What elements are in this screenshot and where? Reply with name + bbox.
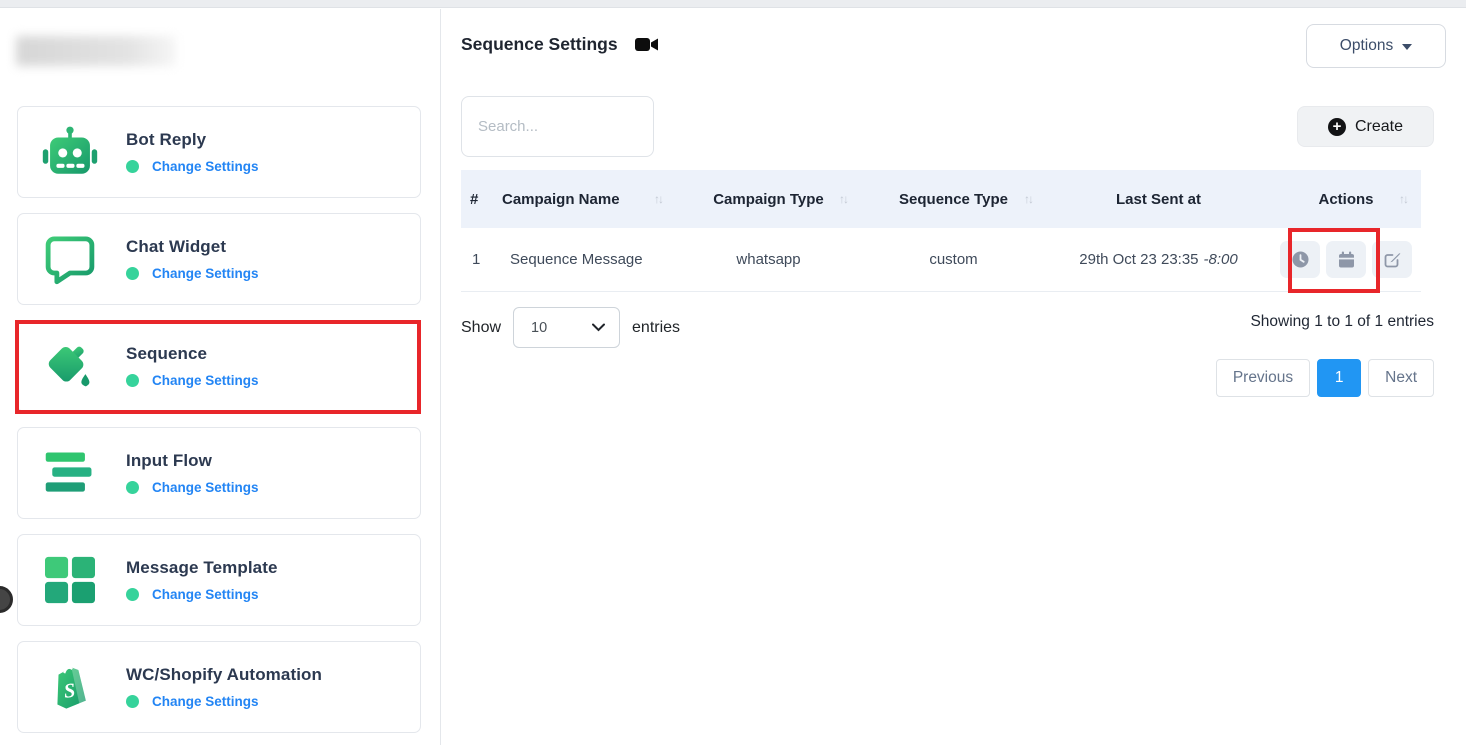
change-settings-link[interactable]: Change Settings: [152, 159, 259, 174]
plus-circle-icon: +: [1328, 118, 1346, 136]
table-footer: Show 10 entries Showing 1 to 1 of 1 entr…: [461, 307, 1434, 348]
status-dot: [126, 160, 139, 173]
sort-icon[interactable]: ↑↓: [1024, 192, 1046, 206]
cell-index: 1: [461, 228, 499, 291]
video-tutorial-icon[interactable]: [634, 35, 659, 54]
schedule-date-button[interactable]: [1326, 241, 1366, 278]
status-dot: [126, 588, 139, 601]
status-dot: [126, 481, 139, 494]
sequence-table: # Campaign Name ↑↓ Campaign Type ↑↓ Sequ…: [461, 170, 1421, 292]
table-row: 1 Sequence Message whatsapp custom 29th …: [461, 228, 1421, 292]
sidebar-item-chat-widget[interactable]: Chat Widget Change Settings: [17, 213, 421, 305]
change-settings-link[interactable]: Change Settings: [152, 694, 259, 709]
bot-icon: [40, 123, 100, 181]
cell-last-sent-at: 29th Oct 23 23:35 -8:00: [1046, 228, 1271, 291]
sidebar-item-label: Bot Reply: [126, 130, 259, 150]
previous-page-button[interactable]: Previous: [1216, 359, 1310, 397]
search-input[interactable]: [461, 96, 654, 157]
sidebar-item-input-flow[interactable]: Input Flow Change Settings: [17, 427, 421, 519]
sidebar-item-wc-shopify-automation[interactable]: S WC/Shopify Automation Change Settings: [17, 641, 421, 733]
column-header-index: #: [461, 170, 499, 228]
svg-text:S: S: [63, 680, 77, 703]
sidebar-item-label: Sequence: [126, 344, 259, 364]
show-label: Show: [461, 319, 501, 337]
sidebar-item-bot-reply[interactable]: Bot Reply Change Settings: [17, 106, 421, 198]
next-page-button[interactable]: Next: [1368, 359, 1434, 397]
input-flow-icon: [40, 444, 100, 502]
cell-actions: [1271, 228, 1421, 291]
chevron-down-icon: [1402, 44, 1412, 50]
sort-icon[interactable]: ↑↓: [654, 192, 676, 206]
options-button[interactable]: Options: [1306, 24, 1446, 68]
cell-campaign-name: Sequence Message: [499, 228, 676, 291]
sidebar-item-label: Input Flow: [126, 451, 259, 471]
column-header-sequence-type[interactable]: Sequence Type ↑↓: [861, 170, 1046, 228]
chevron-down-icon: [592, 320, 605, 336]
status-dot: [126, 695, 139, 708]
calendar-icon: [1338, 251, 1355, 268]
options-label: Options: [1340, 37, 1393, 55]
cell-sequence-type: custom: [861, 228, 1046, 291]
top-scroll-strip: [0, 0, 1466, 8]
timezone-offset: -8:00: [1204, 251, 1238, 268]
status-dot: [126, 267, 139, 280]
column-header-campaign-type[interactable]: Campaign Type ↑↓: [676, 170, 861, 228]
edit-button[interactable]: [1372, 241, 1412, 278]
page-size-value: 10: [531, 320, 547, 336]
sidebar-item-sequence[interactable]: Sequence Change Settings: [17, 320, 421, 412]
change-settings-link[interactable]: Change Settings: [152, 373, 259, 388]
message-template-icon: [40, 551, 100, 609]
edge-floating-button[interactable]: [0, 586, 13, 613]
shopify-icon: S: [40, 658, 100, 716]
column-header-campaign-name[interactable]: Campaign Name ↑↓: [499, 170, 676, 228]
schedule-time-button[interactable]: [1280, 241, 1320, 278]
sort-icon[interactable]: ↑↓: [839, 192, 861, 206]
create-button[interactable]: + Create: [1297, 106, 1434, 147]
column-header-last-sent-at[interactable]: Last Sent at: [1046, 170, 1271, 228]
page-number-button[interactable]: 1: [1317, 359, 1361, 397]
create-label: Create: [1355, 118, 1403, 136]
cell-campaign-type: whatsapp: [676, 228, 861, 291]
pagination: Previous 1 Next: [1216, 359, 1434, 397]
entries-summary: Showing 1 to 1 of 1 entries: [1250, 313, 1434, 331]
app-logo: [16, 36, 176, 66]
change-settings-link[interactable]: Change Settings: [152, 587, 259, 602]
change-settings-link[interactable]: Change Settings: [152, 266, 259, 281]
column-header-actions[interactable]: Actions ↑↓: [1271, 170, 1421, 228]
status-dot: [126, 374, 139, 387]
page-size-select[interactable]: 10: [513, 307, 620, 348]
table-header-row: # Campaign Name ↑↓ Campaign Type ↑↓ Sequ…: [461, 170, 1421, 228]
clock-icon: [1292, 251, 1309, 268]
sequence-icon: [40, 337, 100, 395]
sidebar-item-label: Chat Widget: [126, 237, 259, 257]
sidebar-item-label: WC/Shopify Automation: [126, 665, 322, 685]
entries-label: entries: [632, 319, 680, 337]
sidebar-item-label: Message Template: [126, 558, 278, 578]
edit-icon: [1384, 251, 1401, 268]
change-settings-link[interactable]: Change Settings: [152, 480, 259, 495]
page-title: Sequence Settings: [461, 34, 618, 55]
main-panel: Sequence Settings Options + Create # Cam…: [441, 8, 1466, 745]
chat-widget-icon: [40, 230, 100, 288]
sidebar-item-message-template[interactable]: Message Template Change Settings: [17, 534, 421, 626]
sort-icon[interactable]: ↑↓: [1399, 192, 1421, 206]
